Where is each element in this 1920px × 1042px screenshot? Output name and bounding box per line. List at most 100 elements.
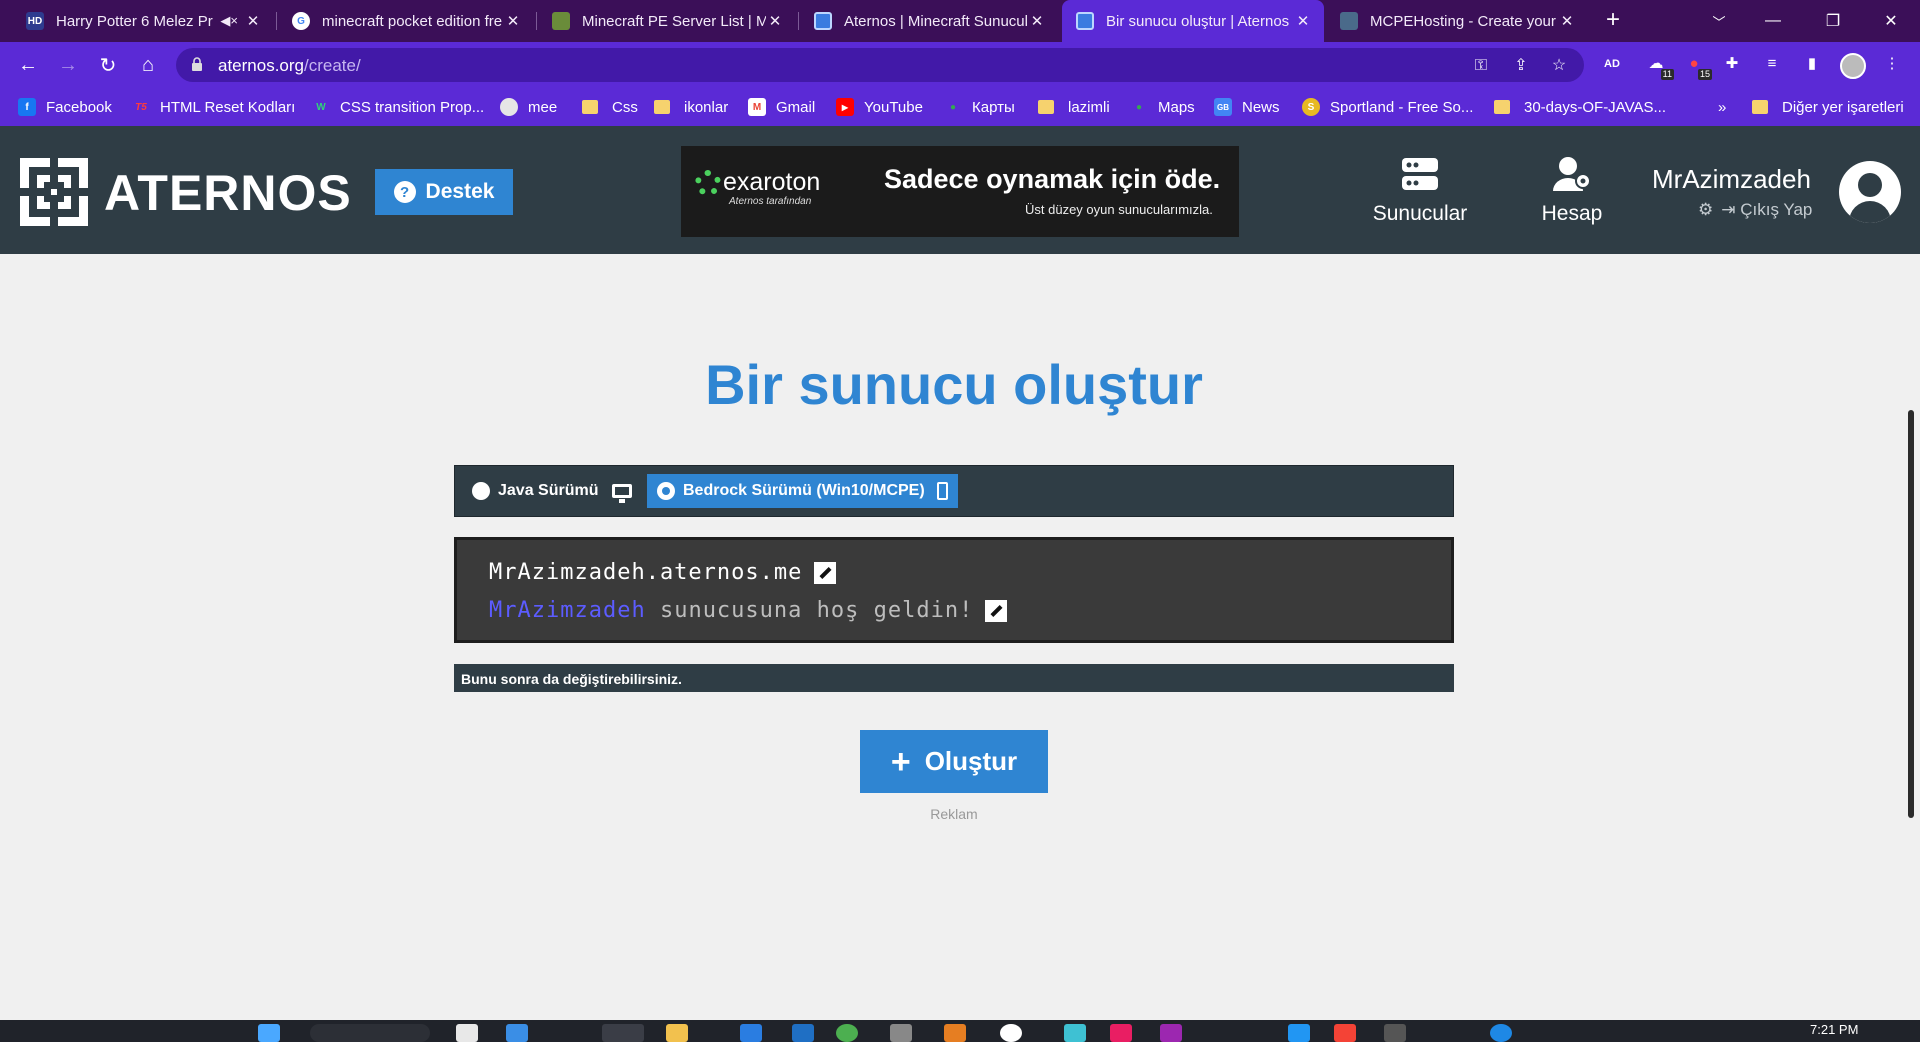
bookmark-30-days-folder[interactable]: 30-days-OF-JAVAS...: [1494, 88, 1666, 126]
radio-button[interactable]: [472, 482, 490, 500]
reload-icon[interactable]: ↻: [94, 51, 122, 79]
ad-banner[interactable]: exaroton Aternos tarafından Sadece oynam…: [681, 146, 1239, 237]
taskbar-app-icon[interactable]: [1110, 1024, 1132, 1042]
create-server-button[interactable]: + Oluştur: [860, 730, 1048, 793]
username: MrAzimzadeh: [1652, 164, 1811, 194]
close-tab-icon[interactable]: ✕: [244, 12, 262, 30]
browser-tab-active[interactable]: Bir sunucu oluştur | Aternos ✕: [1062, 0, 1324, 42]
taskbar-app-icon[interactable]: [836, 1024, 858, 1042]
taskbar-search[interactable]: [310, 1024, 430, 1042]
close-tab-icon[interactable]: ✕: [504, 12, 522, 30]
bookmark-html-reset[interactable]: T5 HTML Reset Kodları: [132, 88, 295, 126]
bookmark-news[interactable]: GB News: [1214, 88, 1280, 126]
menu-dots-icon[interactable]: ⋮: [1880, 52, 1904, 76]
bookmark-label: Facebook: [46, 98, 112, 116]
translate-extension-icon[interactable]: AD: [1600, 52, 1624, 76]
support-button[interactable]: ? Destek: [375, 169, 513, 215]
taskbar-app-icon[interactable]: [1384, 1024, 1406, 1042]
t5-icon: T5: [135, 101, 147, 113]
taskbar-app-icon[interactable]: [1334, 1024, 1356, 1042]
browser-tab[interactable]: G minecraft pocket edition fre ✕: [278, 0, 534, 42]
extension-red-icon[interactable]: ● 15: [1682, 52, 1712, 80]
taskbar-app-icon[interactable]: [792, 1024, 814, 1042]
nav-servers[interactable]: Sunucular: [1365, 154, 1475, 234]
profile-avatar[interactable]: [1840, 53, 1866, 79]
key-icon[interactable]: ⚿: [1470, 55, 1492, 77]
start-icon[interactable]: [258, 1024, 280, 1042]
forward-arrow-icon[interactable]: →: [54, 51, 82, 79]
side-panel-icon[interactable]: ▮: [1800, 52, 1824, 76]
speaker-muted-icon[interactable]: ◀×: [220, 13, 238, 29]
bookmark-mee[interactable]: mee: [500, 88, 557, 126]
taskbar-app-icon[interactable]: [944, 1024, 966, 1042]
tab-search-chevron-icon[interactable]: ﹀: [1696, 0, 1742, 42]
logo-text[interactable]: ATERNOS: [104, 164, 352, 222]
new-tab-plus-icon[interactable]: +: [1600, 8, 1626, 34]
taskbar-app-icon[interactable]: [506, 1024, 528, 1042]
taskbar-app-icon[interactable]: [1490, 1024, 1512, 1042]
bookmark-label: YouTube: [864, 98, 923, 116]
taskbar-chrome-icon[interactable]: [602, 1024, 644, 1042]
taskbar-app-icon[interactable]: [740, 1024, 762, 1042]
address-bar[interactable]: aternos.org/create/ ⚿ ⇪ ☆: [176, 48, 1584, 82]
close-tab-icon[interactable]: ✕: [1558, 12, 1576, 30]
nav-label: Sunucular: [1372, 202, 1468, 225]
bookmark-karty[interactable]: ● Карты: [944, 88, 1015, 126]
bookmark-facebook[interactable]: f Facebook: [18, 88, 112, 126]
nav-account[interactable]: Hesap: [1517, 154, 1627, 234]
back-arrow-icon[interactable]: ←: [14, 51, 42, 79]
bookmark-star-icon[interactable]: ☆: [1548, 55, 1570, 77]
extension-cloud-icon[interactable]: ☁ 11: [1644, 52, 1674, 80]
bookmark-maps[interactable]: ● Maps: [1130, 88, 1195, 126]
close-tab-icon[interactable]: ✕: [766, 12, 784, 30]
extensions-puzzle-icon[interactable]: ✚: [1720, 52, 1744, 76]
bookmark-label: ikonlar: [684, 98, 729, 116]
media-queue-icon[interactable]: ≡: [1760, 52, 1784, 76]
minimize-icon[interactable]: —: [1750, 0, 1796, 42]
user-avatar[interactable]: [1839, 161, 1901, 223]
close-tab-icon[interactable]: ✕: [1294, 12, 1312, 30]
taskbar-app-icon[interactable]: [1064, 1024, 1086, 1042]
bookmark-gmail[interactable]: M Gmail: [748, 88, 815, 126]
close-window-icon[interactable]: ✕: [1868, 0, 1914, 42]
os-taskbar: 7:21 PM: [0, 1020, 1920, 1042]
home-icon[interactable]: ⌂: [134, 51, 162, 79]
taskbar-app-icon[interactable]: [456, 1024, 478, 1042]
radio-button-selected[interactable]: [657, 482, 675, 500]
exaroton-logo-icon: [695, 170, 721, 196]
taskbar-app-icon[interactable]: [890, 1024, 912, 1042]
taskbar-app-icon[interactable]: [1000, 1024, 1022, 1042]
close-tab-icon[interactable]: ✕: [1028, 12, 1046, 30]
bookmark-youtube[interactable]: ▶ YouTube: [836, 88, 923, 126]
browser-tab[interactable]: HD Harry Potter 6 Melez Pr ◀× ✕: [12, 0, 274, 42]
edit-motd-pencil-icon[interactable]: [985, 599, 1008, 622]
tab-separator: [798, 12, 799, 30]
edition-bedrock-option[interactable]: Bedrock Sürümü (Win10/MCPE): [647, 474, 958, 508]
browser-tab[interactable]: Aternos | Minecraft Sunucul ✕: [800, 0, 1058, 42]
taskbar-app-icon[interactable]: [1288, 1024, 1310, 1042]
edit-address-pencil-icon[interactable]: [814, 561, 837, 584]
bookmark-ikonlar-folder[interactable]: ikonlar: [654, 88, 728, 126]
bookmark-lazimli-folder[interactable]: lazimli: [1038, 88, 1110, 126]
bookmark-label: Maps: [1158, 98, 1195, 116]
bookmark-label: News: [1242, 98, 1280, 116]
support-label: Destek: [425, 180, 495, 203]
logout-link[interactable]: ⇥ Çıkış Yap: [1721, 200, 1812, 220]
edition-java-option[interactable]: Java Sürümü: [462, 474, 642, 508]
more-bookmarks-chevron-icon[interactable]: »: [1718, 88, 1726, 126]
browser-tab[interactable]: MCPEHosting - Create your ✕: [1326, 0, 1588, 42]
bookmark-css-transition[interactable]: W CSS transition Prop...: [312, 88, 484, 126]
page-scrollbar[interactable]: [1908, 410, 1914, 818]
restore-icon[interactable]: ❐: [1810, 0, 1856, 42]
bookmark-sportland[interactable]: S Sportland - Free So...: [1302, 88, 1473, 126]
taskbar-folder-icon[interactable]: [666, 1024, 688, 1042]
taskbar-app-icon[interactable]: [1160, 1024, 1182, 1042]
other-bookmarks[interactable]: Diğer yer işaretleri: [1752, 88, 1904, 126]
settings-gear-icon[interactable]: ⚙: [1698, 200, 1713, 220]
share-icon[interactable]: ⇪: [1510, 55, 1532, 77]
aternos-logo-icon[interactable]: [20, 158, 88, 226]
bookmark-label: Diğer yer işaretleri: [1782, 98, 1904, 116]
browser-tab[interactable]: Minecraft PE Server List | M ✕: [538, 0, 796, 42]
bookmark-css-folder[interactable]: Css: [582, 88, 638, 126]
server-address-line: MrAzimzadeh.aternos.me: [489, 560, 837, 585]
